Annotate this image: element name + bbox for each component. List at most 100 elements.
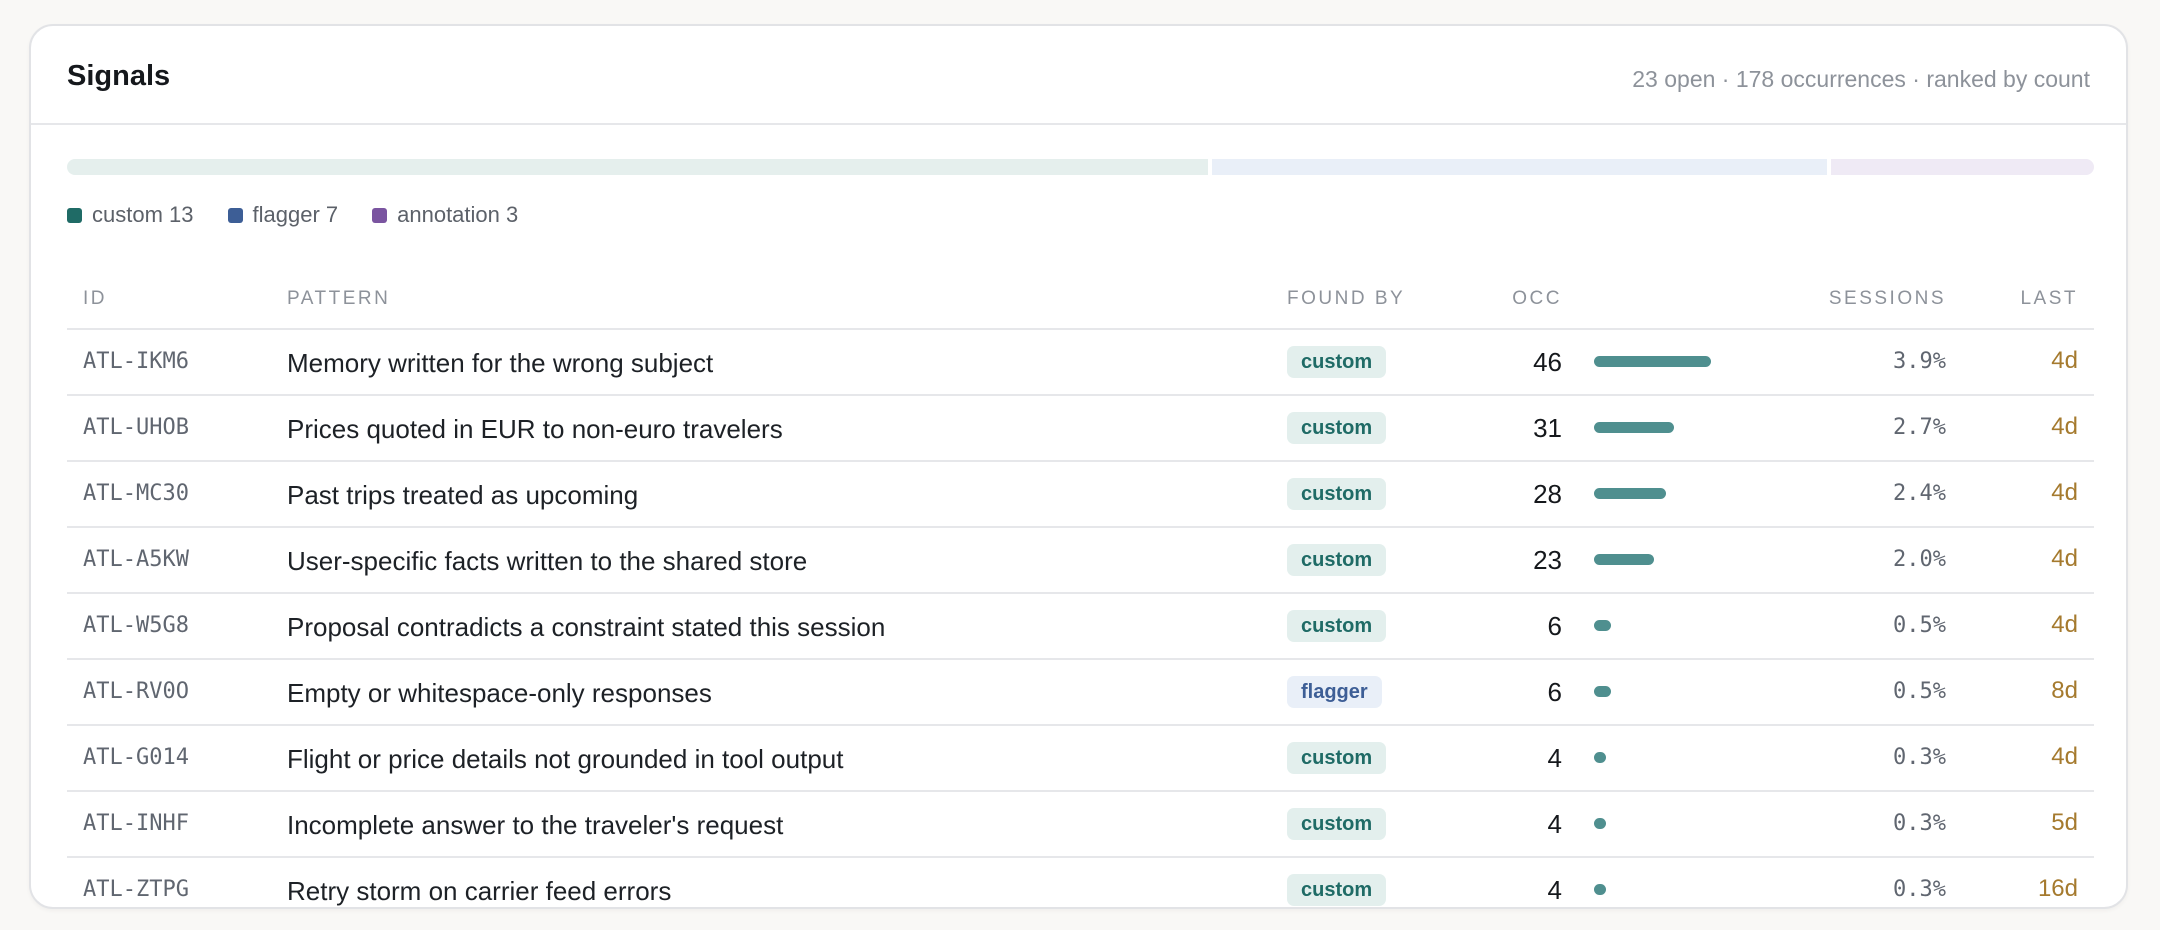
- occurrence-bar: [1594, 554, 1754, 565]
- table-row[interactable]: ATL-A5KW User-specific facts written to t…: [67, 528, 2094, 594]
- occurrence-count: 4: [1547, 875, 1562, 905]
- signal-pattern: Empty or whitespace-only responses: [287, 678, 712, 708]
- found-by-badge: custom: [1287, 874, 1387, 906]
- signals-card: Signals 23 open · 178 occurrences · rank…: [29, 24, 2128, 909]
- legend-swatch: [227, 207, 243, 223]
- card-header: Signals 23 open · 178 occurrences · rank…: [31, 26, 2126, 125]
- table-row[interactable]: ATL-RV0O Empty or whitespace-only respons…: [67, 660, 2094, 726]
- occurrence-bar: [1594, 422, 1754, 433]
- last-seen: 4d: [2051, 479, 2078, 506]
- occurrence-bar-fill: [1594, 752, 1606, 763]
- source-legend: custom 13 flagger 7 annotation 3: [67, 202, 518, 228]
- last-seen: 16d: [2037, 875, 2078, 902]
- table-row[interactable]: ATL-INHF Incomplete answer to the travele…: [67, 792, 2094, 858]
- occurrence-count: 31: [1533, 413, 1562, 443]
- occurrence-count: 4: [1547, 743, 1562, 773]
- table-row[interactable]: ATL-W5G8 Proposal contradicts a constrain…: [67, 594, 2094, 660]
- last-seen: 5d: [2051, 809, 2078, 836]
- table-row[interactable]: ATL-G014 Flight or price details not grou…: [67, 726, 2094, 792]
- found-by-cell: custom: [1287, 742, 1387, 774]
- col-header-id[interactable]: ID: [83, 288, 107, 310]
- legend-label: flagger 7: [252, 202, 339, 227]
- table-header: ID PATTERN FOUND BY OCC SESSIONS LAST: [67, 264, 2094, 330]
- found-by-cell: custom: [1287, 346, 1387, 378]
- occurrence-bar-fill: [1594, 422, 1674, 433]
- signal-id: ATL-MC30: [83, 481, 189, 506]
- occurrence-bar: [1594, 488, 1754, 499]
- occurrence-bar: [1594, 620, 1754, 631]
- found-by-badge: flagger: [1287, 676, 1382, 708]
- found-by-badge: custom: [1287, 742, 1387, 774]
- signals-table: ID PATTERN FOUND BY OCC SESSIONS LAST AT…: [67, 264, 2094, 907]
- legend-swatch: [67, 207, 82, 223]
- found-by-badge: custom: [1287, 544, 1387, 576]
- last-seen: 4d: [2051, 545, 2078, 572]
- occurrence-count: 28: [1533, 479, 1562, 509]
- occurrence-bar-fill: [1594, 554, 1654, 565]
- sessions-percent: 0.5%: [1893, 613, 1946, 638]
- last-seen: 4d: [2051, 413, 2078, 440]
- last-seen: 4d: [2051, 611, 2078, 638]
- signal-pattern: Prices quoted in EUR to non-euro travele…: [287, 414, 783, 444]
- signal-id: ATL-G014: [83, 745, 189, 770]
- occurrence-count: 6: [1547, 677, 1562, 707]
- signal-id: ATL-UHOB: [83, 415, 189, 440]
- last-seen: 4d: [2051, 743, 2078, 770]
- signal-id: ATL-W5G8: [83, 613, 189, 638]
- signal-id: ATL-RV0O: [83, 679, 189, 704]
- sessions-percent: 0.3%: [1893, 877, 1946, 902]
- found-by-cell: flagger: [1287, 676, 1382, 708]
- found-by-badge: custom: [1287, 808, 1387, 840]
- last-seen: 4d: [2051, 347, 2078, 374]
- legend-item-custom[interactable]: custom 13: [67, 202, 194, 228]
- occurrence-bar: [1594, 752, 1754, 763]
- occurrence-bar-fill: [1594, 488, 1666, 499]
- occurrence-bar-fill: [1594, 818, 1606, 829]
- col-header-occ[interactable]: OCC: [1512, 288, 1562, 310]
- col-header-last[interactable]: LAST: [2020, 288, 2078, 310]
- occurrence-bar-fill: [1594, 686, 1611, 697]
- occurrence-count: 46: [1533, 347, 1562, 377]
- signal-pattern: Flight or price details not grounded in …: [287, 744, 844, 774]
- last-seen: 8d: [2051, 677, 2078, 704]
- signal-id: ATL-ZTPG: [83, 877, 189, 902]
- occurrence-bar: [1594, 818, 1754, 829]
- col-header-found-by[interactable]: FOUND BY: [1287, 288, 1405, 310]
- occurrence-bar: [1594, 356, 1754, 367]
- table-row[interactable]: ATL-ZTPG Retry storm on carrier feed erro…: [67, 858, 2094, 907]
- signal-pattern: Past trips treated as upcoming: [287, 480, 639, 510]
- signal-pattern: Proposal contradicts a constraint stated…: [287, 612, 886, 642]
- found-by-badge: custom: [1287, 610, 1387, 642]
- occurrence-bar-fill: [1594, 356, 1711, 367]
- found-by-badge: custom: [1287, 346, 1387, 378]
- split-segment-custom: [67, 159, 1209, 175]
- table-row[interactable]: ATL-UHOB Prices quoted in EUR to non-euro…: [67, 396, 2094, 462]
- occurrence-bar-fill: [1594, 884, 1606, 895]
- occurrence-bar: [1594, 686, 1754, 697]
- found-by-cell: custom: [1287, 544, 1387, 576]
- signal-pattern: Incomplete answer to the traveler's requ…: [287, 810, 784, 840]
- sessions-percent: 2.4%: [1893, 481, 1946, 506]
- table-body: ATL-IKM6 Memory written for the wrong sub…: [67, 330, 2094, 907]
- legend-label: custom 13: [92, 202, 194, 227]
- legend-label: annotation 3: [397, 202, 519, 227]
- signals-summary: 23 open · 178 occurrences · ranked by co…: [1632, 66, 2090, 92]
- sessions-percent: 3.9%: [1893, 349, 1946, 374]
- table-row[interactable]: ATL-IKM6 Memory written for the wrong sub…: [67, 330, 2094, 396]
- col-header-sessions[interactable]: SESSIONS: [1829, 288, 1946, 310]
- sessions-percent: 0.3%: [1893, 745, 1946, 770]
- sessions-percent: 0.5%: [1893, 679, 1946, 704]
- signal-pattern: User-specific facts written to the share…: [287, 546, 808, 576]
- found-by-cell: custom: [1287, 874, 1387, 906]
- col-header-pattern[interactable]: PATTERN: [287, 288, 390, 310]
- signal-id: ATL-A5KW: [83, 547, 189, 572]
- found-by-cell: custom: [1287, 478, 1387, 510]
- occurrence-bar: [1594, 884, 1754, 895]
- legend-item-annotation[interactable]: annotation 3: [372, 202, 518, 228]
- table-row[interactable]: ATL-MC30 Past trips treated as upcoming cu…: [67, 462, 2094, 528]
- sessions-percent: 2.7%: [1893, 415, 1946, 440]
- card-title: Signals: [67, 60, 171, 92]
- signal-pattern: Memory written for the wrong subject: [287, 348, 714, 378]
- occurrence-bar-fill: [1594, 620, 1611, 631]
- legend-item-flagger[interactable]: flagger 7: [227, 202, 339, 228]
